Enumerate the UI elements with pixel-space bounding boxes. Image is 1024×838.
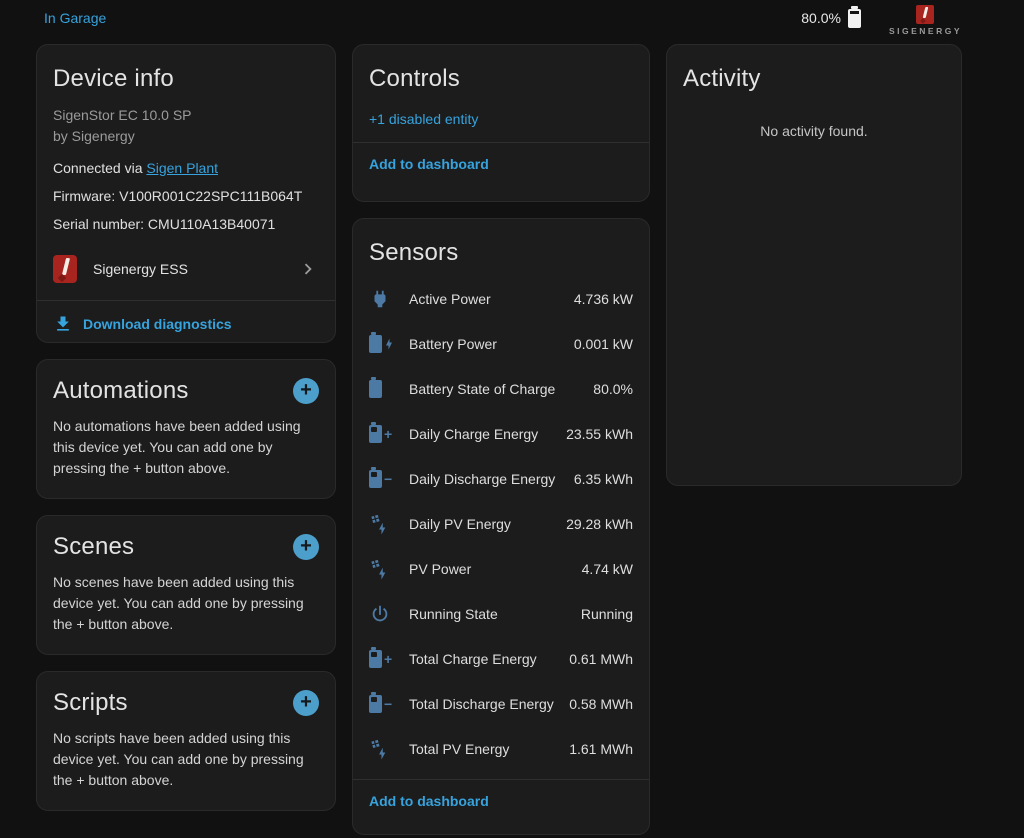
battery-plus-icon: +: [369, 425, 409, 443]
connected-via-line: Connected via Sigen Plant: [53, 158, 319, 179]
controls-card: Controls +1 disabled entity Add to dashb…: [352, 44, 650, 202]
add-automation-button[interactable]: [293, 378, 319, 404]
sensors-card: Sensors Active Power 4.736 kW Battery Po…: [352, 218, 650, 835]
brand-logo: SIGENERGY: [889, 5, 962, 36]
sensor-row[interactable]: PV Power 4.74 kW: [353, 546, 649, 591]
automations-card: Automations No automations have been add…: [36, 359, 336, 499]
scripts-empty-text: No scripts have been added using this de…: [53, 728, 319, 791]
sensor-value: 29.28 kWh: [566, 516, 633, 532]
sensor-value: 0.61 MWh: [569, 651, 633, 667]
breadcrumb-back-link[interactable]: In Garage: [44, 10, 106, 26]
header-battery-status: 80.0%: [801, 9, 861, 28]
sensor-value: 1.61 MWh: [569, 741, 633, 757]
scenes-empty-text: No scenes have been added using this dev…: [53, 572, 319, 635]
device-info-card: Device info SigenStor EC 10.0 SP by Sige…: [36, 44, 336, 343]
sensors-actions: Add to dashboard: [353, 779, 649, 822]
device-info-actions: Download diagnostics: [37, 300, 335, 343]
sensor-list: Active Power 4.736 kW Battery Power 0.00…: [353, 276, 649, 771]
sensor-label: Daily Charge Energy: [409, 426, 538, 442]
main-content: Device info SigenStor EC 10.0 SP by Sige…: [36, 44, 1024, 835]
download-diagnostics-label: Download diagnostics: [83, 316, 232, 332]
activity-card: Activity No activity found.: [666, 44, 962, 486]
sensors-title: Sensors: [353, 239, 649, 267]
power-icon: [369, 603, 409, 625]
sensor-value: 0.58 MWh: [569, 696, 633, 712]
sensor-value: Running: [581, 606, 633, 622]
sensor-value: 0.001 kW: [574, 336, 633, 352]
activity-title: Activity: [683, 65, 945, 93]
sensor-row[interactable]: Battery Power 0.001 kW: [353, 321, 649, 366]
sensor-row[interactable]: − Daily Discharge Energy 6.35 kWh: [353, 456, 649, 501]
firmware-line: Firmware: V100R001C22SPC111B064T: [53, 186, 319, 207]
download-diagnostics-button[interactable]: Download diagnostics: [53, 314, 232, 334]
sensor-row[interactable]: − Total Discharge Energy 0.58 MWh: [353, 681, 649, 726]
controls-actions: Add to dashboard: [353, 142, 649, 185]
battery-charging-icon: [369, 335, 409, 353]
sensor-label: Battery State of Charge: [409, 381, 555, 397]
add-scene-button[interactable]: [293, 534, 319, 560]
scenes-title: Scenes: [53, 533, 134, 561]
sensor-label: PV Power: [409, 561, 471, 577]
battery-plus-icon: +: [369, 650, 409, 668]
top-bar: In Garage 80.0% SIGENERGY: [0, 0, 1024, 36]
add-script-button[interactable]: [293, 690, 319, 716]
sensor-label: Running State: [409, 606, 498, 622]
device-model: SigenStor EC 10.0 SP: [53, 105, 319, 126]
sensor-value: 4.74 kW: [582, 561, 633, 577]
automations-title: Automations: [53, 377, 189, 405]
right-column: Activity No activity found.: [666, 44, 962, 835]
left-column: Device info SigenStor EC 10.0 SP by Sige…: [36, 44, 336, 835]
serial-line: Serial number: CMU110A13B40071: [53, 214, 319, 235]
sigenergy-logo-icon: [53, 255, 77, 283]
scripts-card: Scripts No scripts have been added using…: [36, 671, 336, 811]
sensors-add-to-dashboard-button[interactable]: Add to dashboard: [369, 793, 489, 809]
sensor-row[interactable]: Running State Running: [353, 591, 649, 636]
integration-row[interactable]: Sigenergy ESS: [53, 247, 319, 291]
sensor-label: Total Discharge Energy: [409, 696, 554, 712]
sensor-row[interactable]: + Daily Charge Energy 23.55 kWh: [353, 411, 649, 456]
sensor-row[interactable]: Active Power 4.736 kW: [353, 276, 649, 321]
sensor-label: Daily PV Energy: [409, 516, 511, 532]
integration-name: Sigenergy ESS: [93, 261, 188, 277]
header-battery-value: 80.0%: [801, 10, 841, 26]
sensor-value: 4.736 kW: [574, 291, 633, 307]
solar-power-icon: [369, 558, 409, 580]
scenes-card: Scenes No scenes have been added using t…: [36, 515, 336, 655]
scripts-title: Scripts: [53, 689, 128, 717]
sigenergy-logo-icon: [916, 5, 934, 24]
battery-icon: [369, 380, 409, 398]
device-manufacturer: by Sigenergy: [53, 126, 319, 147]
battery-icon: [848, 9, 861, 28]
sensor-row[interactable]: Daily PV Energy 29.28 kWh: [353, 501, 649, 546]
middle-column: Controls +1 disabled entity Add to dashb…: [352, 44, 650, 835]
battery-minus-icon: −: [369, 470, 409, 488]
power-plug-icon: [369, 288, 409, 310]
sensor-label: Battery Power: [409, 336, 497, 352]
sensor-label: Total PV Energy: [409, 741, 509, 757]
sensor-row[interactable]: + Total Charge Energy 0.61 MWh: [353, 636, 649, 681]
device-info-title: Device info: [53, 65, 319, 93]
connected-via-label: Connected via: [53, 160, 146, 176]
connected-via-link[interactable]: Sigen Plant: [146, 160, 218, 176]
sensor-row[interactable]: Total PV Energy 1.61 MWh: [353, 726, 649, 771]
sensor-row[interactable]: Battery State of Charge 80.0%: [353, 366, 649, 411]
solar-power-icon: [369, 513, 409, 535]
solar-power-icon: [369, 738, 409, 760]
sensor-value: 23.55 kWh: [566, 426, 633, 442]
sensor-label: Active Power: [409, 291, 491, 307]
brand-name: SIGENERGY: [889, 26, 962, 36]
chevron-right-icon: [297, 258, 319, 280]
disabled-entities-link[interactable]: +1 disabled entity: [353, 93, 649, 142]
sensor-label: Daily Discharge Energy: [409, 471, 555, 487]
sensor-value: 6.35 kWh: [574, 471, 633, 487]
controls-title: Controls: [353, 65, 649, 93]
battery-minus-icon: −: [369, 695, 409, 713]
controls-add-to-dashboard-button[interactable]: Add to dashboard: [369, 156, 489, 172]
sensor-value: 80.0%: [593, 381, 633, 397]
download-icon: [53, 314, 73, 334]
sensor-label: Total Charge Energy: [409, 651, 537, 667]
automations-empty-text: No automations have been added using thi…: [53, 416, 319, 479]
activity-empty-text: No activity found.: [683, 123, 945, 139]
